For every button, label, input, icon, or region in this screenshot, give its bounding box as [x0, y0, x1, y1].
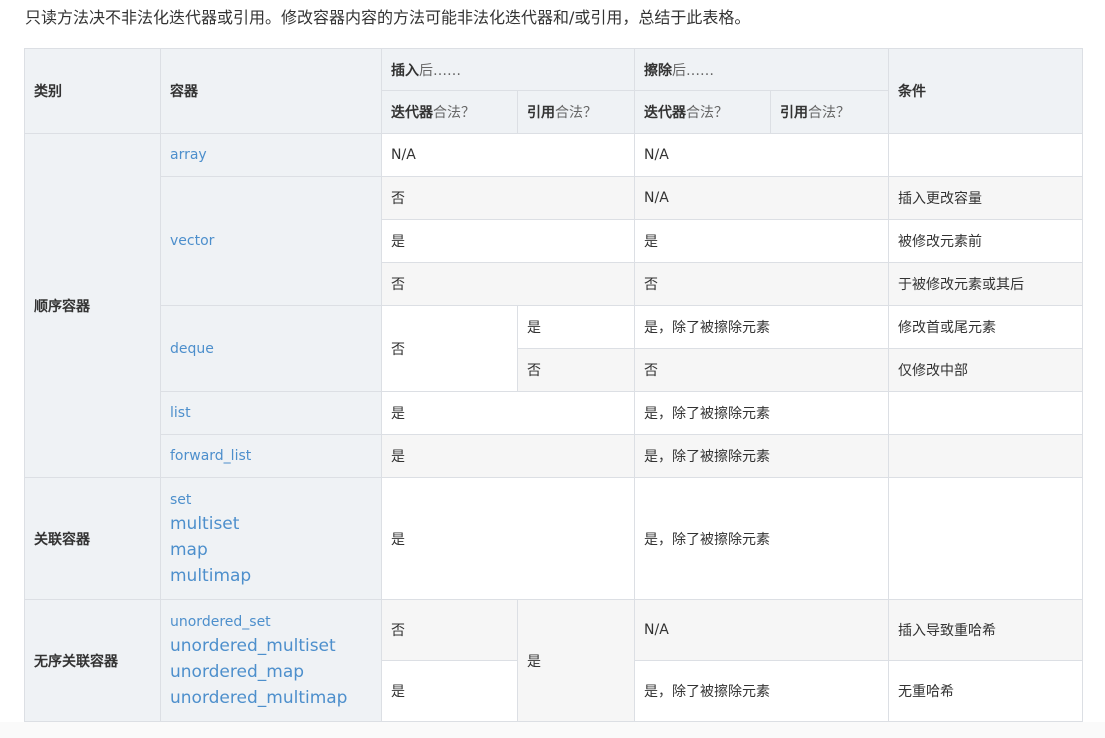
header-ref-bold: 引用: [527, 105, 555, 121]
header-erase-iter: 迭代器合法？: [634, 90, 771, 134]
cell-deque-r2-ref: 否: [517, 348, 635, 392]
header-insert: 插入后……: [381, 48, 635, 91]
container-group-associative: set multiset map multimap: [160, 477, 382, 600]
category-associative: 关联容器: [24, 477, 161, 600]
header-category: 类别: [24, 48, 161, 134]
header-iter-rest-2: 合法？: [686, 105, 728, 121]
cell-fwd-insert: 是: [381, 434, 635, 478]
table-row: forward_list 是 是，除了被擦除元素: [25, 434, 1083, 478]
cell-deque-insert-iter: 否: [381, 305, 518, 392]
container-link-forward-list[interactable]: forward_list: [160, 434, 382, 478]
cell-unord-ref: 是: [517, 599, 635, 722]
container-link-unordered-map[interactable]: unordered_map: [170, 659, 372, 685]
header-erase-rest: 后……: [672, 62, 714, 79]
cell-deque-r1-erase: 是，除了被擦除元素: [634, 305, 889, 349]
cell-unord-r2-cond: 无重哈希: [888, 660, 1083, 722]
container-link-deque[interactable]: deque: [160, 305, 382, 392]
cell-vector-r3-erase: 否: [634, 262, 889, 306]
container-group-unordered: unordered_set unordered_multiset unorder…: [160, 599, 382, 722]
cell-deque-r1-ref: 是: [517, 305, 635, 349]
cell-assoc-erase: 是，除了被擦除元素: [634, 477, 889, 600]
table-row: 关联容器 set multiset map multimap 是 是，除了被擦除…: [24, 477, 1083, 600]
category-unordered: 无序关联容器: [24, 599, 161, 722]
cell-vector-r1-insert: 否: [381, 176, 635, 220]
header-erase-ref: 引用合法？: [770, 90, 889, 134]
cell-list-erase: 是，除了被擦除元素: [634, 391, 889, 435]
cell-vector-r2-cond: 被修改元素前: [888, 219, 1083, 263]
cell-unord-r1-erase: N/A: [634, 599, 889, 661]
header-erase-bold: 擦除: [644, 62, 672, 79]
header-iter-bold: 迭代器: [391, 105, 433, 121]
cell-vector-r2-erase: 是: [634, 219, 889, 263]
container-link-multimap[interactable]: multimap: [170, 563, 372, 589]
cell-assoc-insert: 是: [381, 477, 635, 600]
header-condition: 条件: [888, 48, 1083, 134]
header-ref-rest: 合法？: [555, 105, 597, 121]
table-row: 无序关联容器 unordered_set unordered_multiset …: [24, 599, 1083, 722]
table-row: deque 否 是 是，除了被擦除元素 修改首或尾元素: [25, 305, 1083, 392]
page-bottom-strip: [0, 722, 1105, 738]
cell-unord-r2-iter: 是: [381, 660, 518, 722]
container-link-unordered-multimap[interactable]: unordered_multimap: [170, 685, 372, 711]
cell-deque-r1-cond: 修改首或尾元素: [888, 305, 1083, 349]
header-insert-bold: 插入: [391, 62, 419, 79]
cell-unord-r1-iter: 否: [381, 599, 518, 661]
header-insert-iter: 迭代器合法？: [381, 90, 518, 134]
container-link-set[interactable]: set: [170, 489, 372, 511]
cell-list-insert: 是: [381, 391, 635, 435]
header-ref-rest-2: 合法？: [808, 105, 850, 121]
container-link-map[interactable]: map: [170, 537, 372, 563]
cell-array-erase: N/A: [634, 133, 889, 177]
header-iter-rest: 合法？: [433, 105, 475, 121]
container-link-array[interactable]: array: [160, 133, 382, 177]
intro-text: 只读方法决不非法化迭代器或引用。修改容器内容的方法可能非法化迭代器和/或引用，总…: [25, 8, 751, 27]
table-row: 顺序容器 array N/A N/A: [24, 133, 1083, 478]
header-insert-ref: 引用合法？: [517, 90, 635, 134]
table-row: list 是 是，除了被擦除元素: [25, 391, 1083, 435]
cell-vector-r1-cond: 插入更改容量: [888, 176, 1083, 220]
container-link-unordered-set[interactable]: unordered_set: [170, 611, 372, 633]
cell-array-cond: [888, 133, 1083, 177]
cell-deque-r2-erase: 否: [634, 348, 889, 392]
iterator-invalidation-table: 类别 容器 插入后…… 擦除后…… 条件 迭代器合法？ 引用合法？ 迭代器合法？…: [24, 48, 1083, 722]
cell-fwd-cond: [888, 434, 1083, 478]
container-link-multiset[interactable]: multiset: [170, 511, 372, 537]
cell-deque-r2-cond: 仅修改中部: [888, 348, 1083, 392]
container-link-list[interactable]: list: [160, 391, 382, 435]
cell-list-cond: [888, 391, 1083, 435]
cell-vector-r3-insert: 否: [381, 262, 635, 306]
cell-array-insert: N/A: [381, 133, 635, 177]
cell-fwd-erase: 是，除了被擦除元素: [634, 434, 889, 478]
header-insert-rest: 后……: [419, 62, 461, 79]
cell-vector-r3-cond: 于被修改元素或其后: [888, 262, 1083, 306]
header-ref-bold-2: 引用: [780, 105, 808, 121]
header-erase: 擦除后……: [634, 48, 889, 91]
table-row: vector 否 N/A 插入更改容量: [25, 176, 1083, 306]
cell-assoc-cond: [888, 477, 1083, 600]
cell-vector-r2-insert: 是: [381, 219, 635, 263]
header-container: 容器: [160, 48, 382, 134]
container-link-vector[interactable]: vector: [160, 176, 382, 306]
category-sequence: 顺序容器: [24, 133, 161, 478]
cell-unord-r1-cond: 插入导致重哈希: [888, 599, 1083, 661]
cell-vector-r1-erase: N/A: [634, 176, 889, 220]
cell-unord-r2-erase: 是，除了被擦除元素: [634, 660, 889, 722]
container-link-unordered-multiset[interactable]: unordered_multiset: [170, 633, 372, 659]
header-iter-bold-2: 迭代器: [644, 105, 686, 121]
